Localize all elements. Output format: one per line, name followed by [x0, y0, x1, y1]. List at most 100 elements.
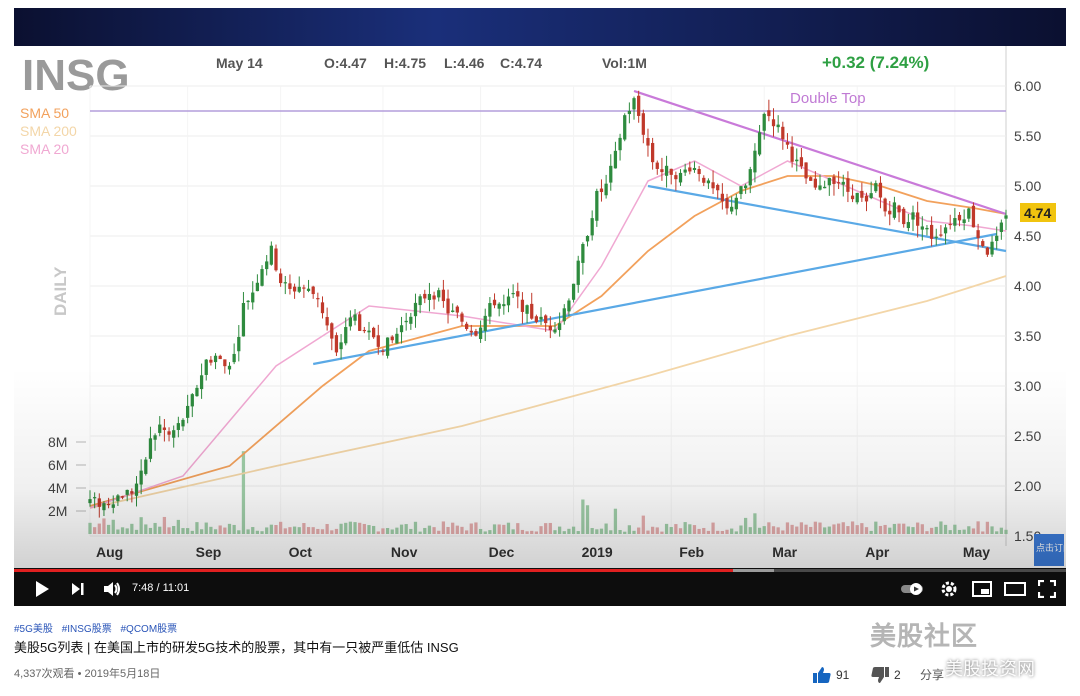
candle-body	[344, 327, 348, 344]
candle-body	[995, 235, 999, 242]
sma-200-label: SMA 200	[20, 123, 77, 139]
volume-bar	[227, 523, 232, 534]
volume-bar	[581, 499, 585, 534]
volume-bar	[571, 526, 576, 534]
next-icon[interactable]	[70, 580, 86, 598]
volume-bar	[664, 523, 669, 534]
volume-bar	[502, 524, 506, 534]
volume-bar	[637, 527, 641, 534]
gear-icon[interactable]	[940, 580, 958, 598]
volume-bar	[465, 530, 469, 534]
stock-chart: INSG May 14 O:4.47 H:4.75 L:4.46 C:4.74 …	[14, 46, 1066, 568]
tag-link[interactable]: #5G美股	[14, 624, 53, 635]
volume-bar	[93, 527, 97, 534]
volume-bar	[957, 529, 962, 534]
thumbs-down-icon	[871, 667, 889, 683]
candle-body	[153, 435, 157, 440]
candle-body	[734, 197, 738, 210]
candle-body	[576, 260, 580, 285]
candle-body	[492, 299, 497, 306]
info-date: May 14	[216, 55, 263, 71]
theater-icon[interactable]	[1004, 581, 1026, 597]
candle-body	[539, 316, 543, 320]
candle-body	[571, 283, 576, 300]
candle-body	[697, 169, 701, 175]
volume-bar	[153, 522, 157, 534]
candle-body	[441, 289, 446, 302]
candle-body	[395, 333, 399, 344]
miniplayer-icon[interactable]	[972, 581, 992, 597]
last-price-value: 4.74	[1024, 205, 1051, 221]
sma-lines	[89, 160, 1007, 509]
candle-body	[953, 218, 957, 226]
volume-bar	[609, 530, 613, 534]
candle-body	[232, 353, 236, 363]
x-tick-label: Feb	[679, 544, 704, 560]
volume-bar	[818, 522, 822, 534]
play-icon[interactable]	[34, 580, 50, 598]
candle-body	[664, 165, 669, 176]
volume-bar	[985, 521, 990, 534]
candle-body	[860, 190, 864, 198]
candle-body	[469, 330, 473, 333]
candle-body	[716, 184, 720, 191]
volume-bar	[604, 523, 608, 534]
video-player[interactable]: INSG May 14 O:4.47 H:4.75 L:4.46 C:4.74 …	[14, 8, 1066, 606]
y-tick-label: 5.50	[1014, 128, 1041, 144]
volume-bar	[213, 529, 218, 534]
video-top-band	[14, 8, 1066, 46]
tag-link[interactable]: #QCOM股票	[120, 624, 177, 635]
volume-bar	[390, 529, 394, 534]
candle-body	[148, 438, 153, 459]
volume-bar	[990, 526, 994, 534]
share-button[interactable]: 分享	[920, 666, 944, 683]
volume-bar	[902, 523, 906, 534]
volume-bar	[823, 527, 827, 534]
volume-icon[interactable]	[102, 580, 122, 598]
volume-bar	[232, 524, 236, 534]
volume-bar	[832, 524, 836, 534]
candle-body	[311, 286, 315, 295]
x-tick-label: May	[963, 544, 990, 560]
candle-body	[162, 427, 167, 430]
volume-bar	[976, 521, 980, 534]
candle-body	[237, 336, 241, 352]
volume-bar	[641, 515, 645, 534]
volume-bar	[344, 522, 348, 534]
like-button[interactable]: 91	[812, 666, 849, 684]
volume-bar	[916, 522, 920, 534]
x-tick-label: Nov	[391, 544, 418, 560]
progress-bar[interactable]	[14, 569, 1066, 572]
candle-body	[711, 182, 715, 189]
volume-bar	[650, 526, 655, 534]
volume-bar	[469, 523, 473, 534]
candle-body	[971, 205, 976, 228]
candle-body	[348, 317, 353, 327]
volume-bar	[725, 529, 729, 534]
volume-bar	[497, 524, 501, 534]
volume-bar	[413, 521, 418, 534]
volume-bar	[451, 522, 455, 534]
tag-link[interactable]: #INSG股票	[62, 624, 112, 635]
candle-body	[604, 183, 608, 196]
candle-body	[809, 177, 813, 181]
volume-bar	[809, 526, 813, 534]
volume-bar	[925, 531, 929, 534]
info-open: O:4.47	[324, 55, 367, 71]
volume-bar	[279, 521, 283, 534]
candle-body	[246, 300, 250, 303]
volume-bar	[892, 523, 897, 534]
fullscreen-icon[interactable]	[1038, 580, 1056, 598]
candle-body	[306, 288, 311, 291]
autoplay-toggle-icon[interactable]	[900, 582, 926, 596]
candle-body	[334, 335, 339, 353]
volume-bar	[929, 527, 934, 534]
candle-body	[190, 394, 194, 407]
volume-bar	[237, 530, 241, 534]
volume-bar	[316, 528, 320, 534]
volume-bar	[311, 527, 315, 534]
candle-body	[158, 424, 162, 433]
x-tick-label: 2019	[582, 544, 613, 560]
dislike-button[interactable]: 2	[870, 666, 901, 684]
candle-body	[260, 269, 264, 286]
